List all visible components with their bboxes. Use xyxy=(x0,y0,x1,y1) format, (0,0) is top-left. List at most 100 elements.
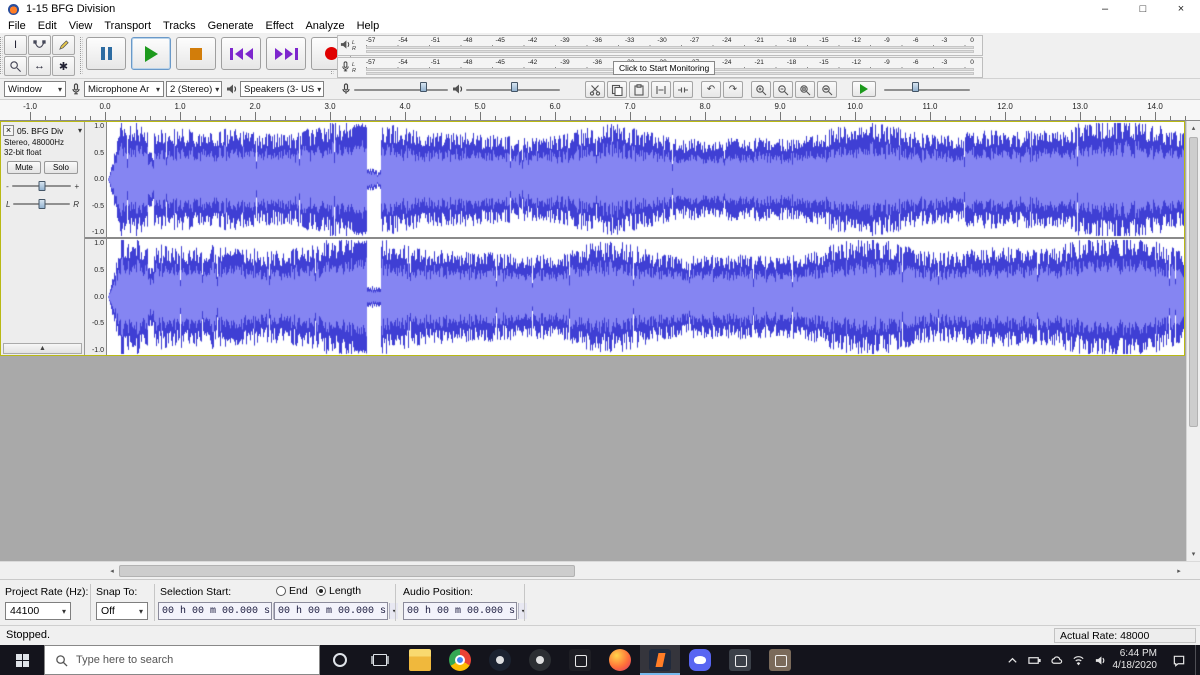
taskbar-app-firefox[interactable] xyxy=(600,645,640,675)
start-monitoring-button[interactable]: Click to Start Monitoring xyxy=(612,61,716,75)
gain-slider[interactable]: - + xyxy=(6,180,79,192)
network-icon[interactable] xyxy=(1072,654,1085,667)
cut-button[interactable] xyxy=(585,81,605,98)
recording-meter[interactable]: LR -57-54-51-48-45-42-39-36-33-30-27-24-… xyxy=(337,57,983,78)
taskbar-clock[interactable]: 6:44 PM 4/18/2020 xyxy=(1111,645,1164,675)
menu-item-analyze[interactable]: Analyze xyxy=(299,20,350,32)
volume-icon[interactable] xyxy=(1094,654,1107,667)
trim-audio-button[interactable] xyxy=(651,81,671,98)
menu-item-file[interactable]: File xyxy=(2,20,32,32)
menu-item-help[interactable]: Help xyxy=(351,20,386,32)
undo-button[interactable]: ↶ xyxy=(701,81,721,98)
pan-slider-thumb[interactable] xyxy=(38,199,46,209)
pan-slider[interactable]: L R xyxy=(6,198,79,210)
zoom-tool-button[interactable] xyxy=(4,56,27,76)
taskbar-search[interactable]: Type here to search xyxy=(44,645,320,675)
onedrive-cloud-icon[interactable] xyxy=(1050,654,1063,667)
track-close-button[interactable]: × xyxy=(3,125,14,136)
track-collapse-button[interactable]: ▲ xyxy=(3,343,82,354)
menu-item-view[interactable]: View xyxy=(63,20,99,32)
battery-icon[interactable] xyxy=(1027,654,1041,667)
recording-device-dropdown[interactable]: Microphone Ar ▾ xyxy=(84,81,164,97)
taskbar-app-audacity[interactable] xyxy=(640,645,680,675)
start-button[interactable] xyxy=(0,645,44,675)
close-button[interactable]: × xyxy=(1162,0,1200,18)
vertical-scale-ch2[interactable]: 1.0 0.5 0.0 -0.5 -1.0 xyxy=(85,239,107,355)
redo-button[interactable]: ↷ xyxy=(723,81,743,98)
recording-volume-slider[interactable] xyxy=(354,82,448,95)
tray-expand-icon[interactable] xyxy=(1006,654,1019,667)
snap-to-select[interactable]: Off ▾ xyxy=(96,602,148,620)
maximize-button[interactable]: □ xyxy=(1124,0,1162,18)
timeline-ruler[interactable]: -1.0 0.0 1.0 2.0 3.0 4.0 5.0 6.0 7.0 8.0 9.0 10.0 11… xyxy=(0,100,1200,121)
solo-button[interactable]: Solo xyxy=(44,161,78,174)
paste-button[interactable] xyxy=(629,81,649,98)
zoom-selection-button[interactable] xyxy=(795,81,815,98)
audio-host-dropdown[interactable]: Window ▾ xyxy=(4,81,66,97)
scroll-right-icon[interactable]: ▸ xyxy=(1172,564,1186,578)
scroll-up-icon[interactable]: ▴ xyxy=(1187,121,1200,135)
horizontal-scroll-thumb[interactable] xyxy=(119,565,575,577)
selection-tool-button[interactable]: I xyxy=(4,35,27,55)
vertical-scroll-thumb[interactable] xyxy=(1189,137,1198,427)
silence-audio-button[interactable] xyxy=(673,81,693,98)
taskbar-app-media-app[interactable] xyxy=(560,645,600,675)
gain-slider-thumb[interactable] xyxy=(38,181,45,191)
audio-track[interactable]: × 05. BFG Div ▾ Stereo, 48000Hz 32-bit f… xyxy=(0,121,1185,356)
selection-end-radio[interactable]: End xyxy=(276,585,308,597)
play-speed-slider[interactable] xyxy=(884,82,970,95)
action-center-button[interactable] xyxy=(1163,645,1195,675)
taskbar-app-discord-blue[interactable] xyxy=(680,645,720,675)
audio-position-field[interactable]: 00 h 00 m 00.000 s▾ xyxy=(403,602,528,620)
zoom-fit-button[interactable] xyxy=(817,81,837,98)
multi-tool-button[interactable]: ✱ xyxy=(52,56,75,76)
skip-to-start-button[interactable] xyxy=(221,37,261,70)
playback-device-dropdown[interactable]: Speakers (3- US ▾ xyxy=(240,81,324,97)
scroll-left-icon[interactable]: ◂ xyxy=(105,564,119,578)
selection-start-field[interactable]: 00 h 00 m 00.000 s▾ xyxy=(158,602,283,620)
menu-item-generate[interactable]: Generate xyxy=(202,20,260,32)
draw-tool-button[interactable] xyxy=(52,35,75,55)
vertical-scrollbar[interactable]: ▴ ▾ xyxy=(1186,121,1200,561)
track-menu-arrow-icon[interactable]: ▾ xyxy=(78,126,82,135)
scroll-down-icon[interactable]: ▾ xyxy=(1187,547,1200,561)
menu-item-edit[interactable]: Edit xyxy=(32,20,63,32)
track-name[interactable]: 05. BFG Div xyxy=(17,126,78,136)
mute-button[interactable]: Mute xyxy=(7,161,41,174)
play-button[interactable] xyxy=(131,37,171,70)
track-area[interactable]: × 05. BFG Div ▾ Stereo, 48000Hz 32-bit f… xyxy=(0,121,1200,561)
cortana-button[interactable] xyxy=(320,645,360,675)
track-format: Stereo, 48000Hz xyxy=(4,138,65,147)
taskbar-app-gimp[interactable] xyxy=(760,645,800,675)
selection-length-radio[interactable]: Length xyxy=(316,585,361,597)
taskbar-app-chrome[interactable] xyxy=(440,645,480,675)
copy-button[interactable] xyxy=(607,81,627,98)
taskbar-app-file-explorer[interactable] xyxy=(400,645,440,675)
skip-to-end-button[interactable] xyxy=(266,37,306,70)
pause-button[interactable] xyxy=(86,37,126,70)
stop-button[interactable] xyxy=(176,37,216,70)
taskbar-app-steam[interactable] xyxy=(480,645,520,675)
menu-item-effect[interactable]: Effect xyxy=(260,20,300,32)
horizontal-scrollbar[interactable]: ◂ ▸ xyxy=(0,561,1200,579)
playback-volume-slider[interactable] xyxy=(466,82,560,95)
show-desktop-button[interactable] xyxy=(1195,645,1200,675)
menu-item-transport[interactable]: Transport xyxy=(98,20,157,32)
play-at-speed-button[interactable] xyxy=(852,81,876,97)
menu-item-tracks[interactable]: Tracks xyxy=(157,20,202,32)
vertical-scale-ch1[interactable]: 1.0 0.5 0.0 -0.5 -1.0 xyxy=(85,122,107,237)
envelope-tool-button[interactable] xyxy=(28,35,51,55)
selection-length-field[interactable]: 00 h 00 m 00.000 s▾ xyxy=(274,602,399,620)
minimize-button[interactable]: – xyxy=(1086,0,1124,18)
project-rate-select[interactable]: 44100 ▾ xyxy=(5,602,71,620)
playback-meter[interactable]: LR -57 -54 -51 -48 -45 -42 -39 -36 -33 -30 -27 -24-… xyxy=(337,35,983,56)
waveform-left-channel[interactable] xyxy=(108,122,1184,237)
timeshift-tool-button[interactable]: ↔ xyxy=(28,56,51,76)
taskbar-app-discord[interactable] xyxy=(520,645,560,675)
task-view-button[interactable] xyxy=(360,645,400,675)
waveform-right-channel[interactable] xyxy=(108,239,1184,355)
zoom-out-button[interactable] xyxy=(773,81,793,98)
recording-channels-dropdown[interactable]: 2 (Stereo) ▾ xyxy=(166,81,222,97)
zoom-in-button[interactable] xyxy=(751,81,771,98)
taskbar-app-calculator[interactable] xyxy=(720,645,760,675)
